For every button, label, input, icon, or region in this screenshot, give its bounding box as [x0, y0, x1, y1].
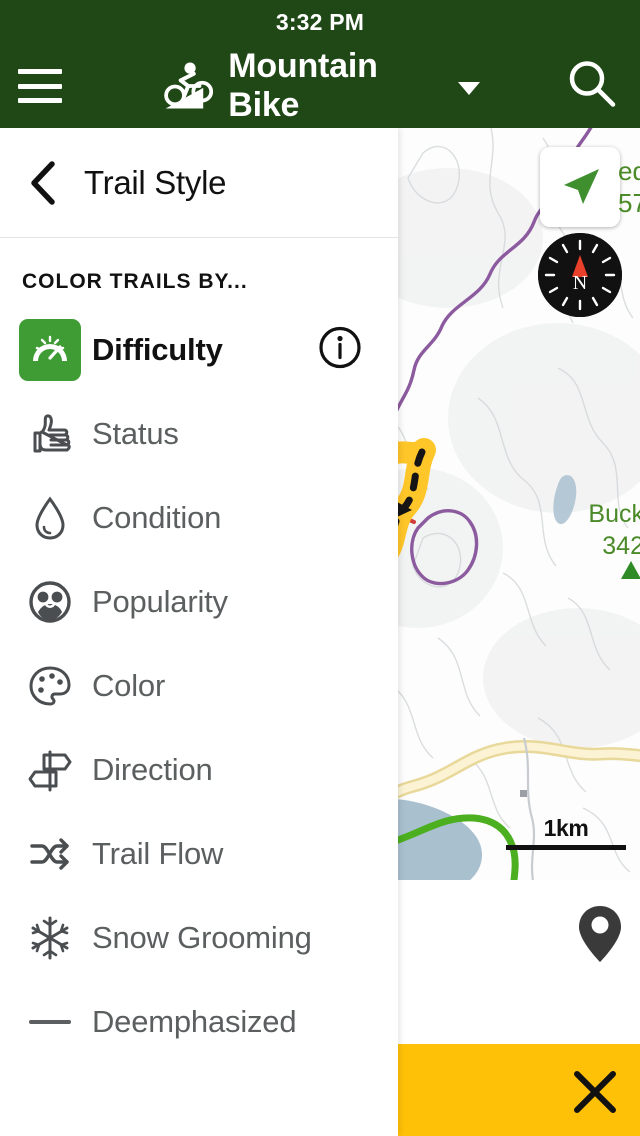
- peak-triangle-icon: [621, 561, 640, 579]
- water-drop-icon: [35, 496, 65, 540]
- close-x-icon[interactable]: [571, 1068, 619, 1116]
- locate-me-button[interactable]: [540, 147, 620, 227]
- option-icon-wrap: [18, 1020, 82, 1024]
- option-icon-wrap: [18, 660, 82, 712]
- app-root: N ed 57 Buck 342 1km 3:32 PM Mountain Bi…: [0, 0, 640, 1136]
- status-bar: 3:32 PM: [0, 0, 640, 44]
- option-label: Trail Flow: [92, 836, 224, 871]
- page-title: Trail Style: [84, 163, 227, 201]
- back-button[interactable]: [28, 160, 58, 206]
- option-color[interactable]: Color: [0, 644, 398, 728]
- mountain-bike-icon: [164, 62, 214, 109]
- option-label: Snow Grooming: [92, 920, 312, 955]
- svg-text:N: N: [573, 272, 587, 294]
- option-deemphasized[interactable]: Deemphasized: [0, 980, 398, 1064]
- people-circle-icon: [29, 581, 71, 623]
- app-header: 3:32 PM Mountain Bike: [0, 0, 640, 128]
- hamburger-menu-icon[interactable]: [18, 69, 62, 103]
- option-label: Status: [92, 416, 179, 451]
- option-icon-wrap: [18, 408, 82, 460]
- location-arrow-icon: [564, 169, 599, 204]
- section-label: COLOR TRAILS BY...: [22, 270, 248, 293]
- option-icon-wrap: [18, 492, 82, 544]
- peak-name: Buck: [588, 500, 640, 528]
- scale-bar-line: [506, 845, 626, 850]
- option-condition[interactable]: Condition: [0, 476, 398, 560]
- option-status[interactable]: Status: [0, 392, 398, 476]
- snowflake-icon: [31, 916, 69, 960]
- app-bar: Mountain Bike: [0, 44, 640, 128]
- option-snow-grooming[interactable]: Snow Grooming: [0, 896, 398, 980]
- option-popularity[interactable]: Popularity: [0, 560, 398, 644]
- compass-button[interactable]: N: [538, 233, 622, 317]
- map-clipped-trail-label: ed 57: [618, 155, 640, 219]
- option-difficulty[interactable]: Difficulty: [0, 308, 398, 392]
- option-icon-wrap: [18, 912, 82, 964]
- panel-header: Trail Style: [0, 128, 398, 238]
- activity-title: Mountain Bike: [228, 47, 378, 124]
- trail-style-panel: Trail Style COLOR TRAILS BY... Difficult…: [0, 128, 398, 1136]
- map-peak-label: Buck 342: [584, 498, 640, 562]
- dash-line-icon: [29, 1020, 71, 1024]
- bottom-action-bar[interactable]: [398, 1044, 640, 1136]
- color-trails-options-list: Difficulty Status Condition Popularity C…: [0, 308, 398, 1064]
- option-icon-wrap: [18, 576, 82, 628]
- search-button[interactable]: [566, 58, 618, 115]
- speedometer-glyph: [33, 335, 67, 361]
- option-label: Condition: [92, 500, 222, 535]
- search-icon: [569, 61, 616, 107]
- speedometer-icon: [19, 319, 81, 381]
- clipped-label-line2: 57: [618, 188, 640, 218]
- map-pin-icon[interactable]: [578, 905, 622, 963]
- status-clock: 3:32 PM: [275, 8, 365, 35]
- option-label: Direction: [92, 752, 213, 787]
- caret-down-icon: [458, 82, 480, 95]
- option-icon-wrap: [18, 828, 82, 880]
- option-label: Difficulty: [92, 332, 223, 367]
- option-icon-wrap: [18, 319, 82, 381]
- compass-icon: N: [538, 233, 622, 317]
- option-icon-wrap: [18, 744, 82, 796]
- activity-selector[interactable]: Mountain Bike: [160, 47, 480, 125]
- clipped-label-line1: ed: [618, 156, 640, 186]
- option-label: Color: [92, 668, 166, 703]
- thumbs-up-icon: [33, 414, 71, 453]
- peak-elevation: 342: [602, 532, 640, 560]
- info-glyph: [319, 326, 361, 369]
- info-circle-icon[interactable]: [318, 326, 362, 375]
- option-label: Popularity: [92, 584, 228, 619]
- scale-label: 1km: [543, 815, 589, 841]
- back-chevron-icon: [31, 160, 55, 205]
- paint-palette-icon: [29, 666, 71, 706]
- signpost-icon: [28, 750, 72, 792]
- shuffle-arrows-icon: [30, 838, 69, 870]
- option-label: Deemphasized: [92, 1004, 297, 1039]
- option-direction[interactable]: Direction: [0, 728, 398, 812]
- option-trail-flow[interactable]: Trail Flow: [0, 812, 398, 896]
- map-scale-bar: 1km: [506, 817, 626, 850]
